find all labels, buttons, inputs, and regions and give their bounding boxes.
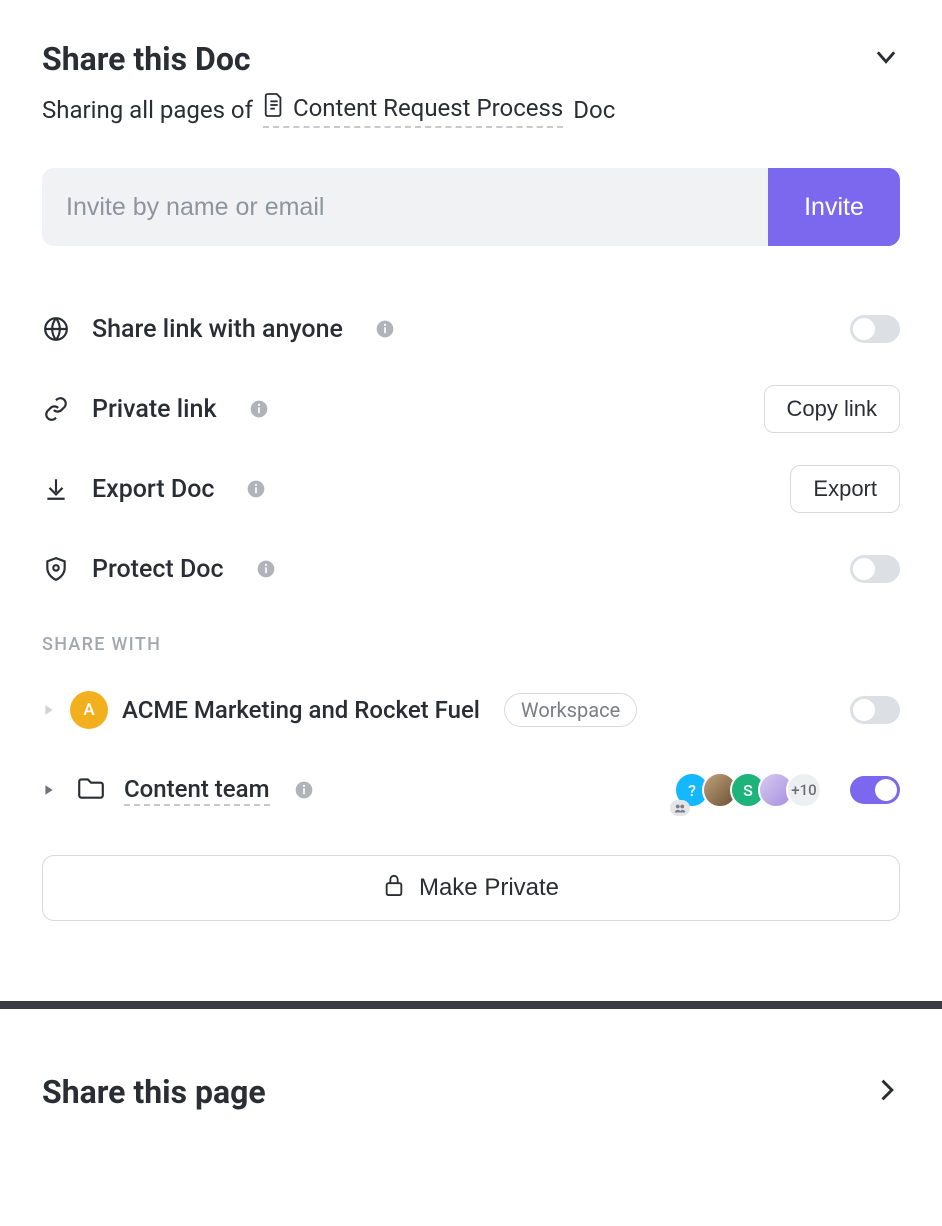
share-link-toggle[interactable] [850,315,900,343]
expand-icon[interactable] [42,784,56,796]
share-subtitle: Sharing all pages of Content Request Pro… [42,92,900,128]
section-divider [0,1001,942,1009]
folder-name[interactable]: Content team [124,775,270,806]
export-label: Export Doc [92,475,214,504]
share-doc-title: Share this Doc [42,40,251,78]
workspace-name: ACME Marketing and Rocket Fuel [122,696,480,724]
protect-label: Protect Doc [92,555,224,584]
private-link-label: Private link [92,395,217,424]
doc-name: Content Request Process [293,94,563,122]
doc-icon [263,92,285,124]
shield-icon [42,556,70,582]
make-private-label: Make Private [419,874,559,902]
invite-input[interactable] [42,168,768,246]
workspace-avatar: A [70,691,108,729]
workspace-toggle[interactable] [850,696,900,724]
share-link-label: Share link with anyone [92,315,343,344]
folder-icon [76,775,106,805]
download-icon [42,476,70,502]
group-icon [670,800,690,816]
member-avatars[interactable]: ? S +10 [674,772,822,808]
copy-link-button[interactable]: Copy link [764,385,900,433]
invite-button[interactable]: Invite [768,168,900,246]
info-icon[interactable] [375,319,395,339]
subtitle-suffix: Doc [573,96,615,124]
export-button[interactable]: Export [790,465,900,513]
lock-icon [383,872,405,905]
link-icon [42,396,70,422]
doc-chip[interactable]: Content Request Process [263,92,563,128]
chevron-down-icon[interactable] [872,43,900,75]
share-with-heading: SHARE WITH [42,634,900,655]
info-icon[interactable] [256,559,276,579]
info-icon[interactable] [249,399,269,419]
info-icon[interactable] [246,479,266,499]
make-private-button[interactable]: Make Private [42,855,900,921]
globe-icon [42,316,70,342]
protect-toggle[interactable] [850,555,900,583]
subtitle-prefix: Sharing all pages of [42,96,253,124]
chevron-right-icon[interactable] [872,1076,900,1108]
workspace-badge: Workspace [504,693,637,727]
share-page-title: Share this page [42,1073,266,1111]
info-icon[interactable] [294,780,314,800]
expand-icon[interactable] [42,704,56,716]
avatar-overflow[interactable]: +10 [786,772,822,808]
folder-toggle[interactable] [850,776,900,804]
